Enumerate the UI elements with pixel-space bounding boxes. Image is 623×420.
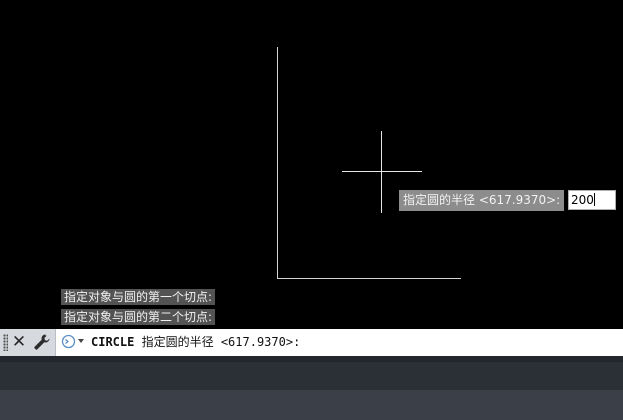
command-prompt-icon[interactable] <box>61 334 76 349</box>
drawing-canvas[interactable]: 指定圆的半径 <617.9370>: 200 指定对象与圆的第一个切点: 指定对… <box>0 0 623 329</box>
status-bar-divider <box>0 356 623 362</box>
command-name: CIRCLE <box>91 335 135 349</box>
crosshair-cursor-horizontal <box>342 171 422 172</box>
close-icon[interactable]: ✕ <box>11 331 27 353</box>
dynamic-input-prompt-text: 指定圆的半径 <617.9370>: <box>403 193 561 207</box>
text-caret <box>593 193 595 206</box>
dynamic-input-field[interactable]: 200 <box>568 190 616 210</box>
wrench-icon[interactable] <box>33 333 51 351</box>
drag-grip-icon[interactable] <box>3 334 8 351</box>
layout-tabs-bar <box>0 390 623 420</box>
command-prompt-text: 指定圆的半径 <617.9370>: <box>141 335 301 349</box>
command-history-line: 指定对象与圆的第二个切点: <box>61 309 216 325</box>
status-bar <box>0 356 623 420</box>
dynamic-input-prompt: 指定圆的半径 <617.9370>: <box>399 190 565 211</box>
chevron-down-icon[interactable] <box>78 339 84 343</box>
command-history-line: 指定对象与圆的第一个切点: <box>61 289 216 305</box>
command-line-input[interactable]: CIRCLE 指定圆的半径 <617.9370>: <box>91 329 300 356</box>
crosshair-cursor-vertical <box>381 131 382 213</box>
drawing-line-horizontal <box>277 278 461 279</box>
command-line-bar: ✕ CIRCLE 指定圆的半径 <617.9370>: <box>0 329 623 356</box>
dynamic-input-value: 200 <box>571 193 594 207</box>
command-line-tools: ✕ <box>0 329 56 356</box>
drawing-line-vertical <box>277 47 278 279</box>
